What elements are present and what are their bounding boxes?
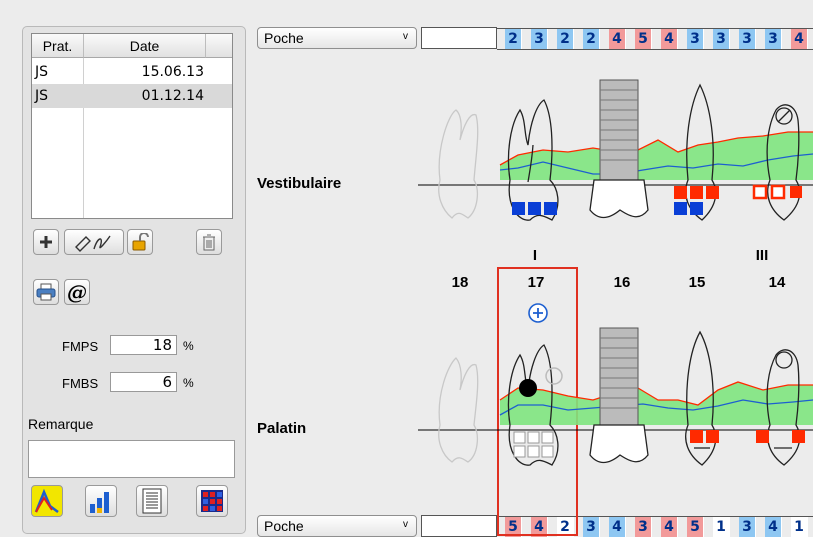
delete-button[interactable] [196, 229, 222, 255]
vestibulaire-label: Vestibulaire [257, 175, 342, 192]
fmbs-label: FMBS [62, 376, 99, 391]
top-pocket-cell[interactable]: 3 [765, 29, 782, 49]
vestibular-gum-area [500, 132, 813, 180]
header-filler [206, 34, 232, 58]
chevron-down-icon: v [403, 31, 408, 42]
bar-chart-button[interactable] [85, 485, 117, 517]
date-cell: 15.06.13 [141, 64, 204, 80]
top-pocket-cell[interactable]: 2 [505, 29, 522, 49]
trash-icon [203, 234, 215, 251]
bottom-pocket-cell[interactable]: 3 [635, 517, 652, 537]
chevron-down-icon: v [403, 519, 408, 530]
top-pocket-cell[interactable]: 3 [713, 29, 730, 49]
add-button[interactable] [33, 229, 59, 255]
date-cell: 01.12.14 [141, 88, 204, 104]
bottom-pocket-cell[interactable]: 4 [765, 517, 782, 537]
session-table[interactable]: Prat. Date JS 15.06.13 JS 01.12.14 [31, 33, 233, 219]
print-button[interactable] [33, 279, 59, 305]
top-pocket-cell[interactable]: 2 [557, 29, 574, 49]
lock-icon [132, 233, 149, 251]
remark-label: Remarque [28, 416, 94, 432]
grid-chart-icon [201, 490, 223, 512]
bottom-blank-field[interactable] [421, 515, 497, 537]
bottom-pocket-cell[interactable]: 3 [739, 517, 756, 537]
top-measure-select-value: Poche [264, 30, 304, 46]
text-list-icon [142, 488, 162, 514]
bottom-pocket-cell[interactable]: 4 [661, 517, 678, 537]
edit-button[interactable] [64, 229, 124, 255]
fmbs-unit: % [183, 376, 194, 390]
top-blank-field[interactable] [421, 27, 497, 49]
line-chart-button[interactable] [31, 485, 63, 517]
top-pocket-cell[interactable]: 3 [739, 29, 756, 49]
edit-icon [75, 235, 111, 252]
fmbs-field[interactable]: 6 [110, 372, 177, 392]
line-chart-icon [34, 488, 59, 513]
bar-chart-icon [90, 492, 109, 513]
tooth-18-vestibular [438, 109, 479, 219]
top-pocket-cell[interactable]: 4 [791, 29, 808, 49]
table-row[interactable]: JS 15.06.13 [32, 60, 232, 84]
bottom-pocket-cell[interactable]: 1 [713, 517, 730, 537]
fmps-field[interactable]: 18 [110, 335, 177, 355]
text-list-button[interactable] [136, 485, 168, 517]
tooth-18-palatal [438, 357, 479, 463]
top-pocket-cell[interactable]: 2 [583, 29, 600, 49]
plus-icon [40, 236, 52, 248]
unlock-button[interactable] [127, 229, 153, 255]
email-icon: @ [67, 280, 87, 304]
top-pocket-cell[interactable]: 3 [687, 29, 704, 49]
top-pocket-cell[interactable]: 4 [661, 29, 678, 49]
prat-cell: JS [35, 64, 49, 80]
prat-column-header[interactable]: Prat. [32, 34, 84, 58]
bottom-measure-select-value: Poche [264, 518, 304, 534]
print-icon [36, 283, 56, 301]
prat-cell: JS [35, 88, 49, 104]
periodontal-chart[interactable] [418, 70, 813, 490]
top-pocket-cell[interactable]: 3 [531, 29, 548, 49]
top-pocket-row[interactable]: 232245433334 [497, 28, 813, 50]
fmps-unit: % [183, 339, 194, 353]
fmps-label: FMPS [62, 339, 99, 354]
date-column-header[interactable]: Date [84, 34, 206, 58]
bottom-measure-select[interactable]: Poche v [257, 515, 417, 537]
bottom-pocket-cell[interactable]: 3 [583, 517, 600, 537]
remark-field[interactable] [28, 440, 235, 478]
top-pocket-cell[interactable]: 4 [609, 29, 626, 49]
table-row-selected[interactable]: JS 01.12.14 [32, 84, 232, 108]
bottom-pocket-cell[interactable]: 4 [609, 517, 626, 537]
top-measure-select[interactable]: Poche v [257, 27, 417, 49]
palatin-label: Palatin [257, 420, 307, 437]
top-pocket-cell[interactable]: 5 [635, 29, 652, 49]
bottom-pocket-cell[interactable]: 5 [687, 517, 704, 537]
email-button[interactable]: @ [64, 279, 90, 305]
grid-chart-button[interactable] [196, 485, 228, 517]
bottom-pocket-cell[interactable]: 1 [791, 517, 808, 537]
